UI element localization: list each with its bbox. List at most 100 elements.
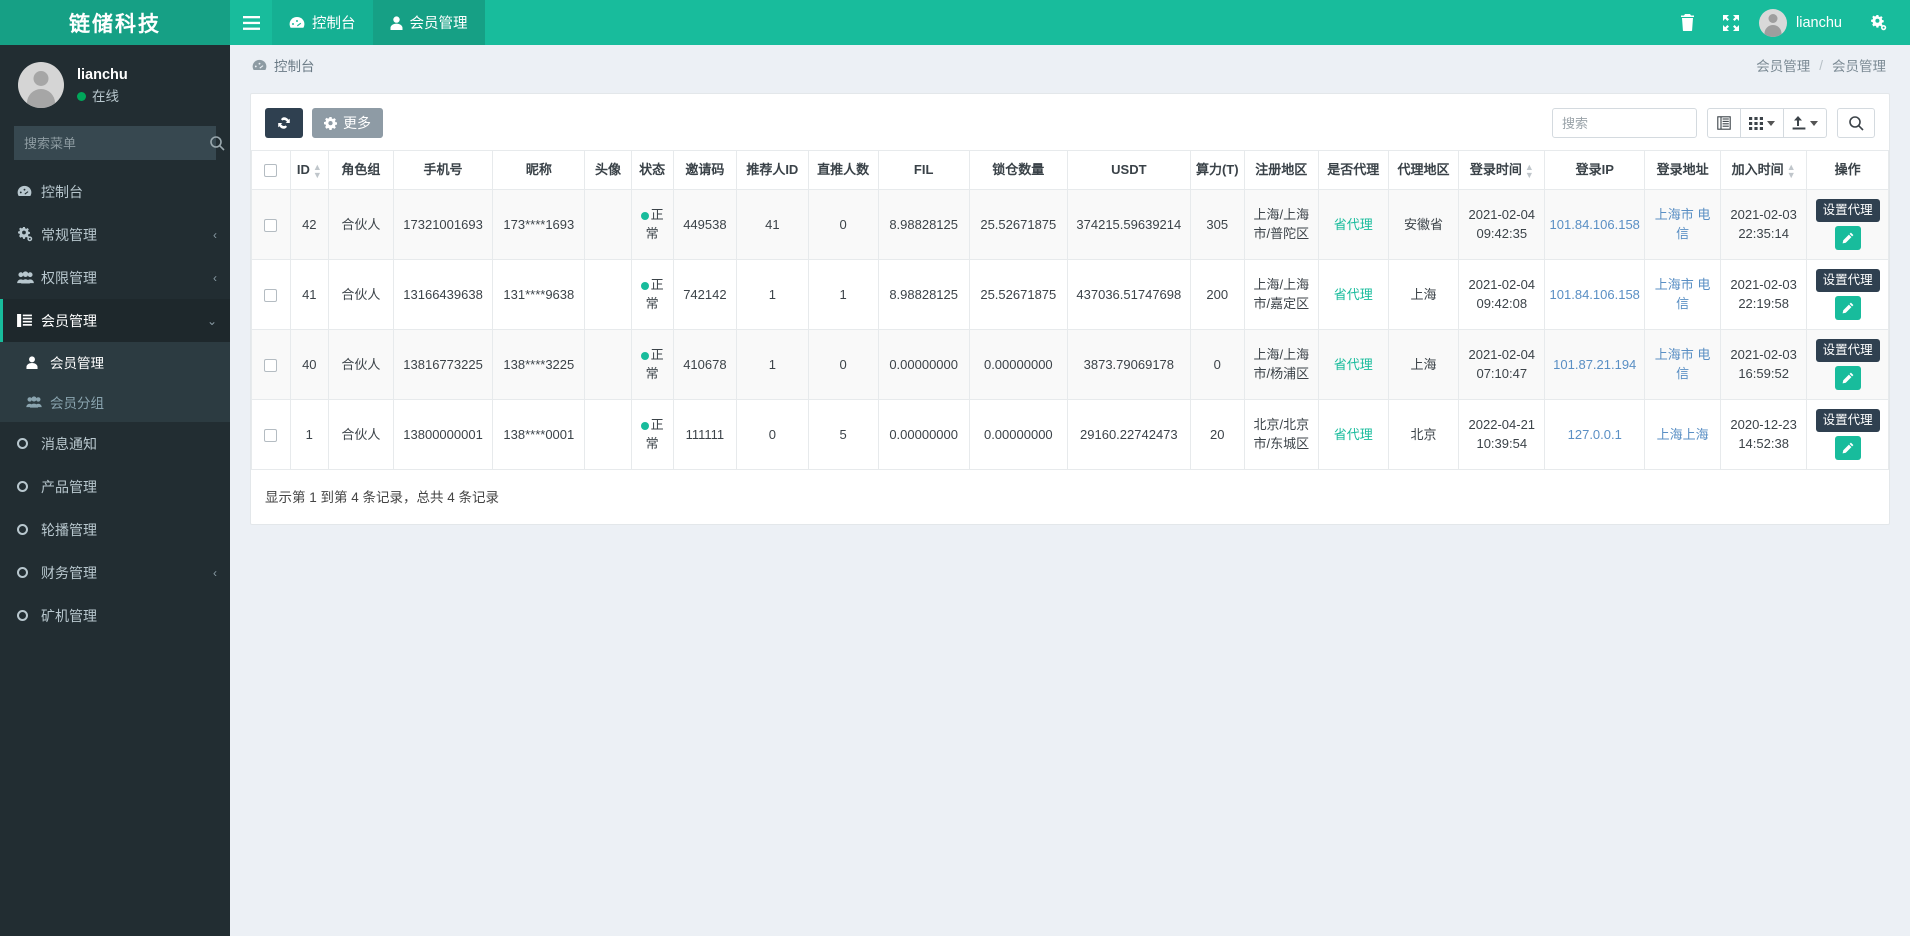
agent-link[interactable]: 省代理 (1334, 217, 1373, 232)
edit-button[interactable] (1835, 436, 1861, 460)
breadcrumb-parent[interactable]: 会员管理 (1756, 55, 1810, 75)
column-header-label: 是否代理 (1327, 162, 1379, 177)
row-checkbox[interactable] (252, 399, 291, 469)
login-ip-link[interactable]: 101.84.106.158 (1550, 217, 1640, 232)
login-ip-link[interactable]: 101.87.21.194 (1553, 357, 1636, 372)
refresh-icon (277, 116, 291, 130)
sort-arrows-icon[interactable]: ▲▼ (313, 163, 322, 179)
checkbox-icon[interactable] (264, 429, 277, 442)
checkbox-icon[interactable] (264, 219, 277, 232)
sidebar-item-finance[interactable]: 财务管理 ‹ (0, 551, 230, 594)
cell-loginip: 101.84.106.158 (1545, 259, 1645, 329)
sidebar-subitem-member-manage[interactable]: 会员管理 (0, 342, 230, 382)
login-ip-link[interactable]: 127.0.0.1 (1568, 427, 1622, 442)
search-menu-input[interactable] (14, 126, 210, 160)
breadcrumb-left[interactable]: 控制台 (252, 55, 315, 75)
sidebar-item-dashboard[interactable]: 控制台 (0, 170, 230, 213)
row-checkbox[interactable] (252, 329, 291, 399)
login-address-link[interactable]: 上海市 电信 (1655, 277, 1711, 311)
row-checkbox[interactable] (252, 259, 291, 329)
cell-fil: 0.00000000 (878, 329, 969, 399)
checkbox-icon[interactable] (264, 164, 277, 177)
sort-arrows-icon[interactable]: ▲▼ (1525, 163, 1534, 179)
agent-link[interactable]: 省代理 (1334, 427, 1373, 442)
column-header-label: 算力(T) (1196, 162, 1239, 177)
status-label: 正常 (646, 277, 664, 311)
circle-o-icon (17, 524, 41, 535)
sidebar-item-permission[interactable]: 权限管理 ‹ (0, 256, 230, 299)
edit-button[interactable] (1835, 296, 1861, 320)
cell-avatar (585, 189, 631, 259)
select-all-checkbox[interactable] (252, 151, 291, 190)
refresh-button[interactable] (265, 108, 303, 138)
fullscreen-icon[interactable] (1709, 0, 1753, 45)
hamburger-icon[interactable] (230, 0, 272, 45)
more-button[interactable]: 更多 (312, 108, 383, 138)
sidebar-username: lianchu (77, 65, 128, 85)
sidebar-item-member[interactable]: 会员管理 ⌄ (0, 299, 230, 342)
sidebar-item-miner-label: 矿机管理 (41, 606, 217, 626)
row-checkbox[interactable] (252, 189, 291, 259)
search-input[interactable] (1553, 109, 1696, 137)
sidebar-user-panel: lianchu 在线 (0, 45, 230, 123)
login-ip-link[interactable]: 101.84.106.158 (1550, 287, 1640, 302)
cell-isagent: 省代理 (1318, 329, 1388, 399)
sidebar-item-message[interactable]: 消息通知 (0, 422, 230, 465)
checkbox-icon[interactable] (264, 289, 277, 302)
edit-button[interactable] (1835, 366, 1861, 390)
set-agent-button[interactable]: 设置代理 (1816, 269, 1880, 292)
breadcrumb-leaf[interactable]: 会员管理 (1832, 55, 1886, 75)
search-field[interactable] (1552, 108, 1697, 138)
agent-link[interactable]: 省代理 (1334, 287, 1373, 302)
status-dot-icon (641, 282, 649, 290)
column-header-label: 登录时间 (1470, 162, 1522, 177)
agent-link[interactable]: 省代理 (1334, 357, 1373, 372)
sort-arrows-icon[interactable]: ▲▼ (1787, 163, 1796, 179)
cell-usdt: 437036.51747698 (1068, 259, 1190, 329)
cell-fil: 8.98828125 (878, 189, 969, 259)
column-header-id[interactable]: ID▲▼ (290, 151, 329, 190)
brand-logo[interactable]: 链储科技 (0, 0, 230, 45)
grid-dropdown-button[interactable] (1740, 108, 1784, 138)
column-header-jointime[interactable]: 加入时间▲▼ (1721, 151, 1807, 190)
circle-o-icon (17, 481, 41, 492)
checkbox-icon[interactable] (264, 359, 277, 372)
top-user-menu[interactable]: lianchu (1753, 0, 1856, 45)
sidebar-status-label: 在线 (92, 88, 119, 106)
set-agent-button[interactable]: 设置代理 (1816, 339, 1880, 362)
sidebar-item-miner[interactable]: 矿机管理 (0, 594, 230, 637)
column-header-usdt: USDT (1068, 151, 1190, 190)
column-header-label: ID (297, 162, 310, 177)
trash-icon[interactable] (1665, 0, 1709, 45)
cogs-icon[interactable] (1856, 0, 1900, 45)
more-button-label: 更多 (343, 113, 371, 133)
set-agent-button[interactable]: 设置代理 (1816, 199, 1880, 222)
login-address-link[interactable]: 上海市 电信 (1655, 347, 1711, 381)
edit-button[interactable] (1835, 226, 1861, 250)
chevron-down-icon (1767, 121, 1775, 126)
set-agent-button[interactable]: 设置代理 (1816, 409, 1880, 432)
login-address-link[interactable]: 上海上海 (1657, 427, 1709, 442)
cell-avatar (585, 329, 631, 399)
toolbar-left: 更多 (265, 108, 383, 138)
user-icon (390, 16, 403, 30)
sidebar-item-carousel[interactable]: 轮播管理 (0, 508, 230, 551)
top-tab-dashboard[interactable]: 控制台 (272, 0, 373, 45)
login-address-link[interactable]: 上海市 电信 (1655, 207, 1711, 241)
cell-regarea: 上海/上海市/嘉定区 (1244, 259, 1318, 329)
chevron-left-icon: ‹ (213, 271, 217, 285)
search-icon[interactable] (210, 126, 225, 160)
chevron-down-icon (1810, 121, 1818, 126)
sidebar-search[interactable] (14, 126, 216, 160)
columns-toggle-button[interactable] (1707, 108, 1741, 138)
search-button[interactable] (1837, 108, 1875, 138)
cell-logintime: 2022-04-21 10:39:54 (1459, 399, 1545, 469)
export-dropdown-button[interactable] (1783, 108, 1827, 138)
column-header-logintime[interactable]: 登录时间▲▼ (1459, 151, 1545, 190)
sidebar-subitem-member-group[interactable]: 会员分组 (0, 382, 230, 422)
table-row: 40合伙人13816773225138****3225正常410678100.0… (252, 329, 1889, 399)
sidebar-item-general[interactable]: 常规管理 ‹ (0, 213, 230, 256)
top-tab-member[interactable]: 会员管理 (373, 0, 485, 45)
sidebar-submenu-wrapper: 会员管理 会员分组 (0, 342, 230, 422)
sidebar-item-product[interactable]: 产品管理 (0, 465, 230, 508)
